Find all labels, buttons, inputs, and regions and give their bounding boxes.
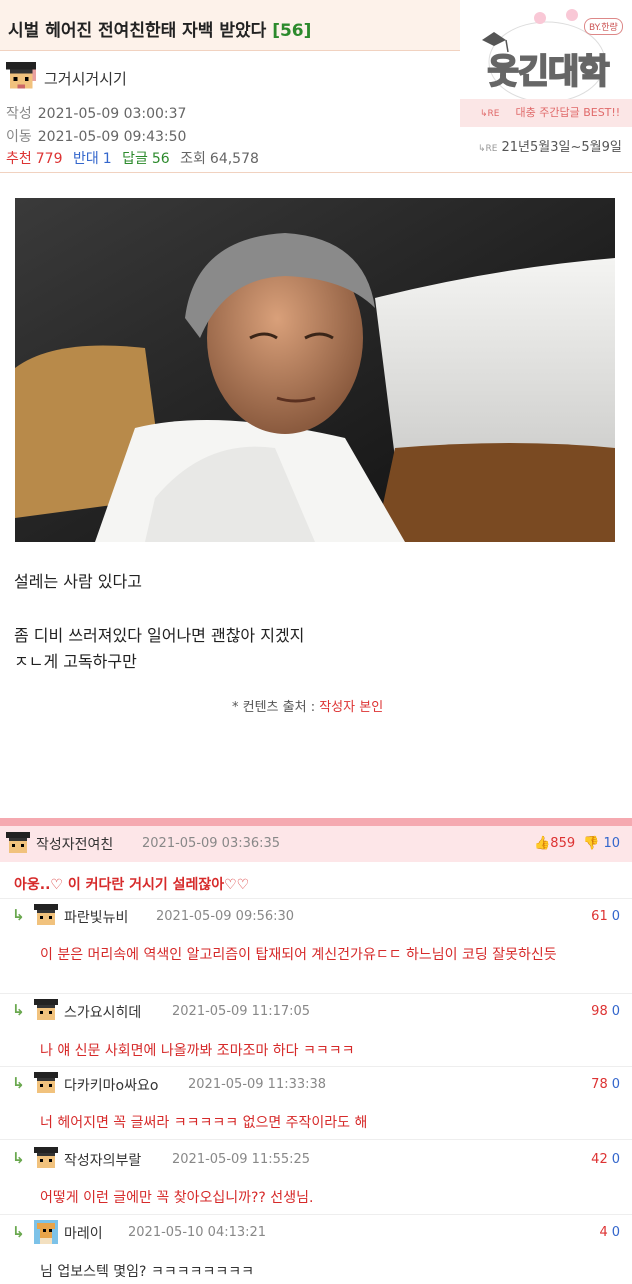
source-value[interactable]: 작성자 본인 bbox=[319, 700, 383, 715]
comment-text: 나 얘 신문 사회면에 나올까봐 조마조마 하다 ㅋㅋㅋㅋ bbox=[40, 1043, 355, 1059]
post-title: 시벌 헤어진 전여친한태 자백 받았다 [56] bbox=[8, 16, 311, 41]
comment-votes: 98 0 bbox=[591, 1004, 620, 1019]
comment-votes: 78 0 bbox=[591, 1077, 620, 1092]
created-label: 작성 bbox=[6, 106, 32, 122]
separator bbox=[0, 898, 632, 899]
recommend-count: 779 bbox=[35, 151, 63, 167]
thumbs-up-icon[interactable]: 👍 bbox=[534, 836, 550, 851]
reply-arrow-icon: ↳ bbox=[12, 1074, 25, 1092]
comment-author[interactable]: 파란빛뉴비 bbox=[64, 907, 128, 927]
separator bbox=[0, 1139, 632, 1140]
week-range: ↳RE 21년5월3일~5월9일 bbox=[478, 136, 622, 155]
down-count[interactable]: 0 bbox=[612, 1152, 620, 1167]
body-line-1: 설레는 사람 있다고 bbox=[14, 572, 142, 591]
content-source: * 컨텐츠 출처 : 작성자 본인 bbox=[232, 696, 383, 715]
logo-badge: BY.한량 bbox=[584, 18, 623, 35]
up-count[interactable]: 78 bbox=[591, 1077, 608, 1092]
view-count: 64,578 bbox=[209, 151, 259, 167]
comment-date: 2021-05-09 11:55:25 bbox=[172, 1152, 311, 1167]
post-stats: 추천 779 반대 1 답글 56 조회 64,578 bbox=[6, 148, 259, 168]
comment-avatar bbox=[34, 1147, 58, 1168]
down-count: 10 bbox=[603, 836, 620, 851]
thumbs-down-icon[interactable]: 👎 bbox=[583, 836, 599, 851]
reply-arrow-icon: ↳ bbox=[12, 1223, 25, 1241]
body-line-3: ㅈㄴ게 고독하구만 bbox=[14, 652, 137, 671]
moved-date: 2021-05-09 09:43:50 bbox=[37, 129, 187, 145]
separator bbox=[0, 1214, 632, 1215]
post-photo bbox=[15, 198, 615, 542]
week-range-text: 21년5월3일~5월9일 bbox=[501, 140, 622, 155]
comments-top-bar bbox=[0, 818, 632, 826]
comment-text: 님 업보스텍 몇임? ㅋㅋㅋㅋㅋㅋㅋㅋ bbox=[40, 1264, 254, 1280]
comment-text: 이 분은 머리속에 역색인 알고리즘이 탑재되어 계신건가유ㄷㄷ 하느님이 코딩… bbox=[40, 947, 557, 963]
up-count[interactable]: 98 bbox=[591, 1004, 608, 1019]
oppose-count: 1 bbox=[102, 151, 112, 167]
down-count[interactable]: 0 bbox=[612, 909, 620, 924]
comment-author[interactable]: 마레이 bbox=[64, 1223, 103, 1243]
moved-row: 이동 2021-05-09 09:43:50 bbox=[6, 126, 186, 146]
comment-avatar bbox=[34, 999, 58, 1020]
up-count[interactable]: 42 bbox=[591, 1152, 608, 1167]
recommend-label: 추천 bbox=[6, 151, 32, 167]
separator bbox=[0, 1066, 632, 1067]
comment-date: 2021-05-09 03:36:35 bbox=[142, 836, 281, 851]
comment-date: 2021-05-09 09:56:30 bbox=[156, 909, 295, 924]
weekly-best-bar: ↳RE 대충 주간답글 BEST!! bbox=[460, 99, 632, 127]
up-count[interactable]: 61 bbox=[591, 909, 608, 924]
author-name[interactable]: 그거시거시기 bbox=[44, 68, 127, 89]
up-count[interactable]: 4 bbox=[599, 1225, 607, 1240]
comment-votes: 42 0 bbox=[591, 1152, 620, 1167]
view-label: 조회 bbox=[180, 151, 206, 167]
comment-votes: 👍859 👎 10 bbox=[534, 836, 620, 851]
comment-author[interactable]: 작성자의부랄 bbox=[64, 1150, 141, 1170]
comment-date: 2021-05-09 11:33:38 bbox=[188, 1077, 327, 1092]
up-count: 859 bbox=[550, 836, 576, 851]
comment-avatar bbox=[34, 1220, 58, 1244]
oppose-label: 반대 bbox=[72, 151, 99, 167]
comment-avatar bbox=[34, 904, 58, 925]
re-tag-2: ↳RE bbox=[478, 144, 498, 154]
logo-text: 웃긴대학 bbox=[486, 51, 610, 93]
comment-votes: 40 bbox=[599, 1225, 620, 1240]
down-count[interactable]: 0 bbox=[612, 1225, 620, 1240]
comment-avatar bbox=[6, 832, 30, 853]
comment-votes: 61 0 bbox=[591, 909, 620, 924]
comment-author[interactable]: 작성자전여친 bbox=[36, 834, 113, 854]
moved-label: 이동 bbox=[6, 129, 32, 145]
comment-date: 2021-05-10 04:13:21 bbox=[128, 1225, 267, 1240]
reply-arrow-icon: ↳ bbox=[12, 1001, 25, 1019]
comment-date: 2021-05-09 11:17:05 bbox=[172, 1004, 311, 1019]
created-date: 2021-05-09 03:00:37 bbox=[37, 106, 187, 122]
comment-text: 너 헤어지면 꼭 글써라 ㅋㅋㅋㅋㅋ 없으면 주작이라도 해 bbox=[40, 1115, 368, 1131]
separator bbox=[0, 993, 632, 994]
weekly-best-text: 대충 주간답글 BEST!! bbox=[515, 106, 621, 119]
post-title-text: 시벌 헤어진 전여친한태 자백 받았다 bbox=[8, 21, 267, 41]
body-line-2: 좀 디비 쓰러져있다 일어나면 괜찮아 지겠지 bbox=[14, 626, 305, 645]
comment-count[interactable]: [56] bbox=[272, 21, 311, 41]
author-avatar bbox=[6, 62, 36, 89]
reply-label: 답글 bbox=[122, 151, 148, 167]
reply-count: 56 bbox=[151, 151, 170, 167]
header-divider bbox=[0, 172, 632, 173]
comment-avatar bbox=[34, 1072, 58, 1093]
down-count[interactable]: 0 bbox=[612, 1077, 620, 1092]
comment-author[interactable]: 스가요시히데 bbox=[64, 1002, 141, 1022]
created-row: 작성 2021-05-09 03:00:37 bbox=[6, 103, 186, 123]
down-count[interactable]: 0 bbox=[612, 1004, 620, 1019]
comment-author[interactable]: 다카키마o싸요o bbox=[64, 1075, 158, 1095]
reply-arrow-icon: ↳ bbox=[12, 906, 25, 924]
source-label: * 컨텐츠 출처 : bbox=[232, 700, 316, 715]
comment-text: 어떻게 이런 글에만 꼭 찾아오십니까?? 선생님. bbox=[40, 1190, 314, 1206]
comment-text: 아웅..♡ 이 커다란 거시기 설레잖아♡♡ bbox=[14, 877, 250, 893]
reply-arrow-icon: ↳ bbox=[12, 1149, 25, 1167]
re-tag: ↳RE bbox=[480, 109, 500, 119]
